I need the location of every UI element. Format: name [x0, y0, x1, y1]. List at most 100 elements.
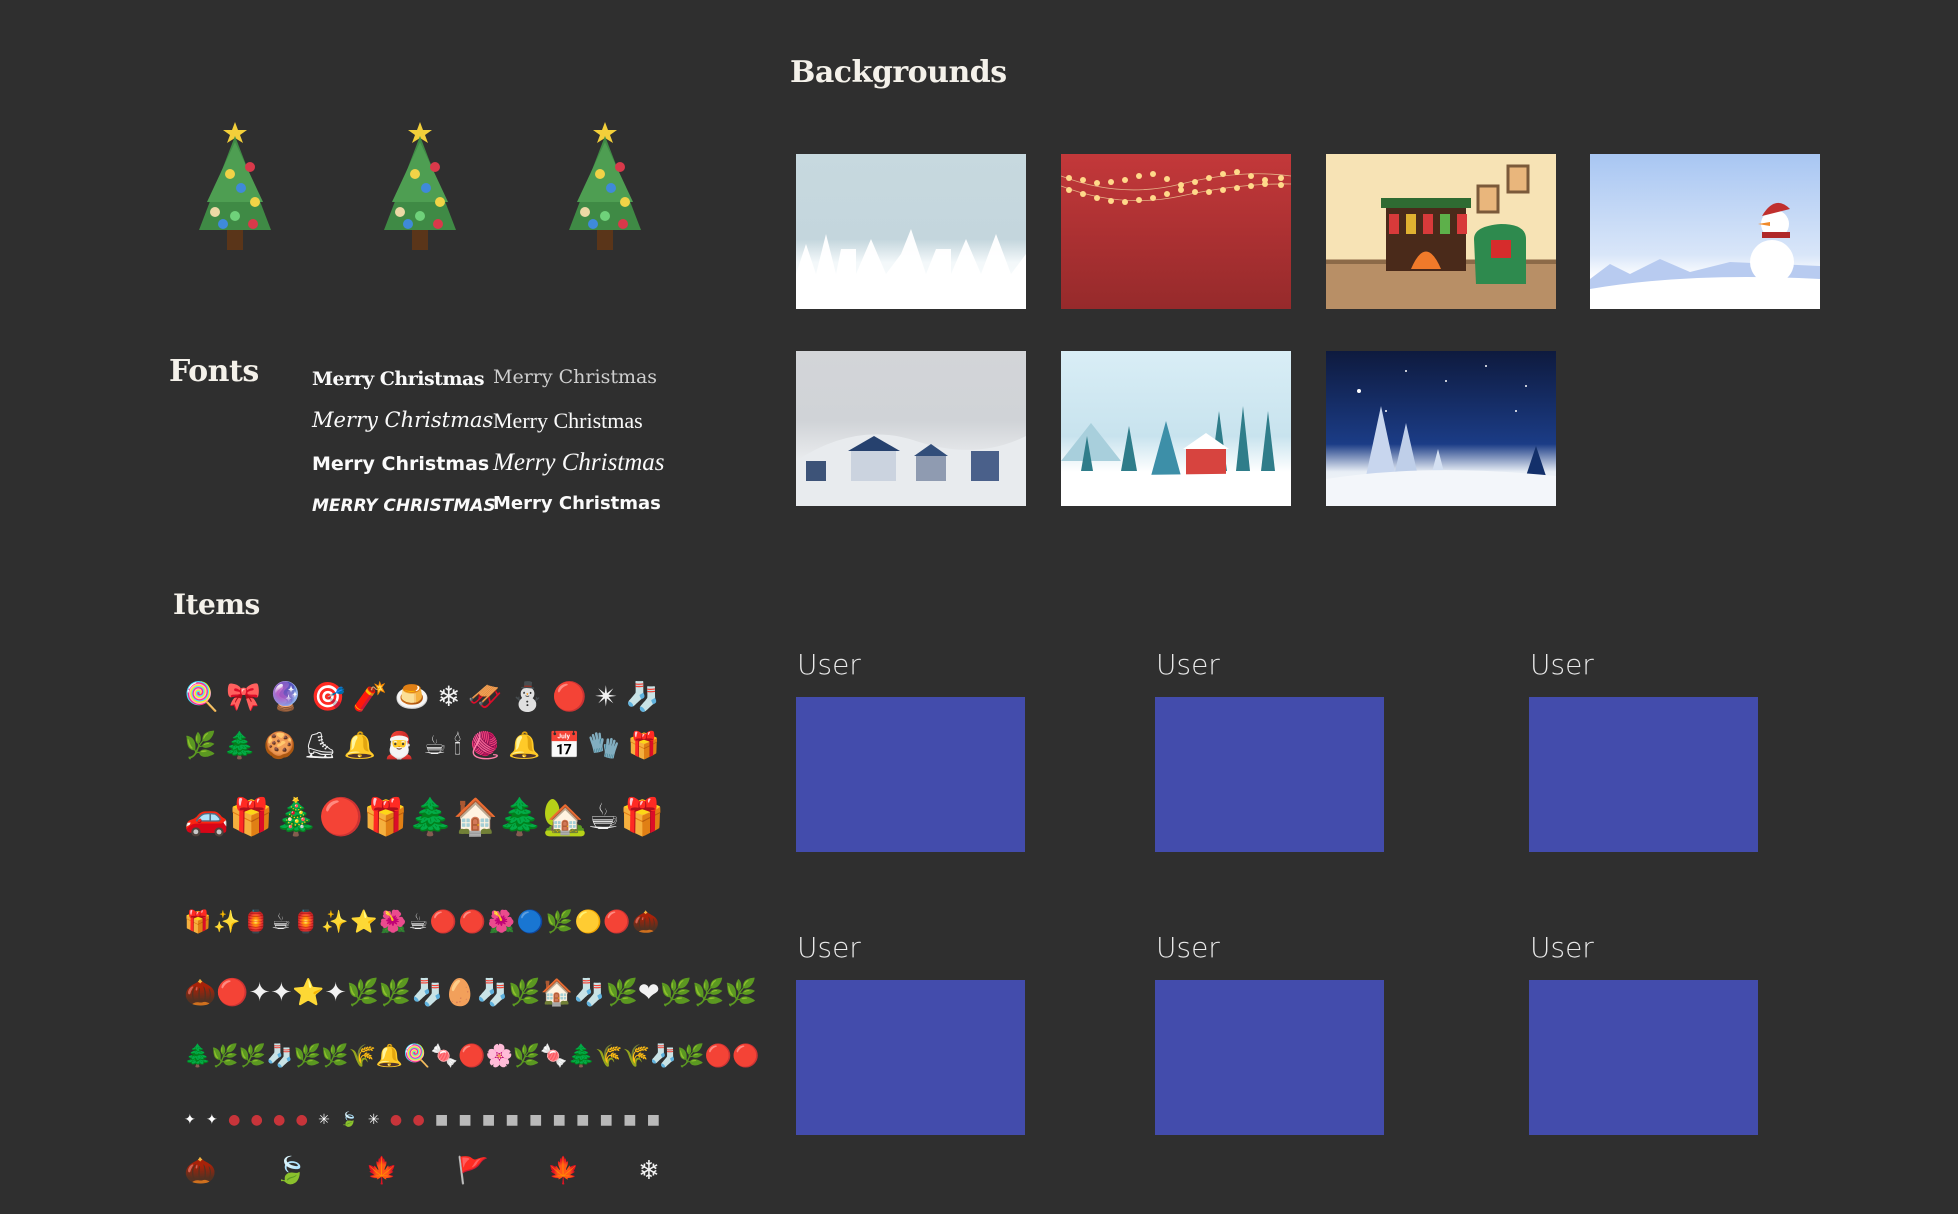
christmas-item-icon[interactable]: ❄ — [638, 1158, 660, 1184]
christmas-item-icon[interactable]: 🍭 — [403, 1046, 430, 1068]
christmas-item-icon[interactable]: ● — [251, 1113, 263, 1127]
background-thumb-fireplace-room[interactable] — [1326, 154, 1556, 309]
christmas-item-icon[interactable]: 🏠 — [453, 800, 498, 836]
christmas-item-icon[interactable]: 🌾 — [595, 1046, 622, 1068]
christmas-item-icon[interactable]: ✦ — [249, 980, 271, 1006]
font-sample-rounded-bold[interactable]: Merry Christmas — [493, 493, 661, 514]
christmas-item-icon[interactable]: ● — [273, 1113, 285, 1127]
christmas-item-icon[interactable]: ■ — [506, 1113, 519, 1127]
christmas-item-icon[interactable]: ☕ — [408, 912, 428, 934]
christmas-item-icon[interactable]: 🍃 — [340, 1113, 357, 1127]
christmas-item-icon[interactable]: 🍬 — [431, 1046, 458, 1068]
christmas-item-icon[interactable]: 🌾 — [348, 1046, 375, 1068]
christmas-item-icon[interactable]: 🌿 — [184, 733, 216, 759]
christmas-item-icon[interactable]: 🏡 — [543, 800, 588, 836]
christmas-item-icon[interactable]: 🌿 — [294, 1046, 321, 1068]
christmas-item-icon[interactable]: 🔴 — [732, 1046, 759, 1068]
christmas-item-icon[interactable]: 🎄 — [274, 800, 319, 836]
user-video-tile[interactable] — [1529, 980, 1758, 1135]
christmas-item-icon[interactable]: ■ — [600, 1113, 613, 1127]
christmas-tree-icon[interactable] — [545, 112, 665, 262]
christmas-item-icon[interactable]: 🌲 — [184, 1046, 211, 1068]
christmas-item-icon[interactable]: ✦ — [325, 980, 347, 1006]
christmas-item-icon[interactable]: ✨ — [213, 912, 240, 934]
christmas-item-icon[interactable]: 🌿 — [513, 1046, 540, 1068]
background-thumb-snowman[interactable] — [1590, 154, 1820, 309]
christmas-item-icon[interactable]: 🔴 — [552, 683, 587, 711]
christmas-item-icon[interactable]: 🧦 — [411, 980, 443, 1006]
christmas-item-icon[interactable]: ■ — [482, 1113, 495, 1127]
christmas-item-icon[interactable]: 📅 — [548, 733, 580, 759]
christmas-item-icon[interactable]: 🌿 — [724, 980, 756, 1006]
christmas-item-icon[interactable]: 🌿 — [347, 980, 379, 1006]
christmas-item-icon[interactable]: 🌲 — [498, 800, 543, 836]
christmas-item-icon[interactable]: ☕ — [271, 912, 291, 934]
christmas-item-icon[interactable]: 🧦 — [650, 1046, 677, 1068]
christmas-item-icon[interactable]: ● — [296, 1113, 308, 1127]
christmas-item-icon[interactable]: ● — [390, 1113, 402, 1127]
christmas-item-icon[interactable]: 🔴 — [318, 800, 363, 836]
christmas-item-icon[interactable]: 🎁 — [628, 733, 660, 759]
christmas-item-icon[interactable]: 🧦 — [625, 683, 660, 711]
christmas-item-icon[interactable]: 🌿 — [211, 1046, 238, 1068]
christmas-item-icon[interactable]: ■ — [576, 1113, 589, 1127]
christmas-item-icon[interactable]: ✴ — [594, 683, 617, 711]
christmas-item-icon[interactable]: 🎀 — [226, 683, 261, 711]
christmas-item-icon[interactable]: 🔔 — [376, 1046, 403, 1068]
christmas-item-icon[interactable]: 🧶 — [469, 733, 501, 759]
christmas-item-icon[interactable]: ✦ — [184, 1113, 196, 1127]
font-sample-serif-bold[interactable]: Merry Christmas — [312, 368, 485, 390]
christmas-item-icon[interactable]: ■ — [553, 1113, 566, 1127]
christmas-item-icon[interactable]: ● — [412, 1113, 424, 1127]
christmas-item-icon[interactable]: 🌺 — [487, 912, 514, 934]
user-video-tile[interactable] — [796, 980, 1025, 1135]
christmas-item-icon[interactable]: 🔔 — [508, 733, 540, 759]
christmas-item-icon[interactable]: 🕯 — [454, 733, 461, 759]
background-thumb-red-string-lights[interactable] — [1061, 154, 1291, 309]
christmas-item-icon[interactable]: 🧨 — [353, 683, 388, 711]
font-sample-brush-caps[interactable]: MERRY CHRISTMAS — [312, 496, 496, 516]
christmas-item-icon[interactable]: ✳ — [318, 1113, 330, 1127]
christmas-item-icon[interactable]: 🍭 — [184, 683, 219, 711]
christmas-item-icon[interactable]: 🔴 — [705, 1046, 732, 1068]
christmas-item-icon[interactable]: 🔴 — [459, 912, 486, 934]
christmas-item-icon[interactable]: ■ — [647, 1113, 660, 1127]
christmas-item-icon[interactable]: 🌾 — [623, 1046, 650, 1068]
christmas-item-icon[interactable]: ⛸ — [303, 733, 336, 759]
christmas-item-icon[interactable]: 🍮 — [395, 683, 430, 711]
christmas-item-icon[interactable]: 🔴 — [430, 912, 457, 934]
christmas-item-icon[interactable]: 🧦 — [266, 1046, 293, 1068]
font-sample-serif-light[interactable]: Merry Christmas — [493, 366, 657, 388]
christmas-item-icon[interactable]: 🔵 — [516, 912, 543, 934]
background-thumb-red-cabin-forest[interactable] — [1061, 351, 1291, 506]
background-thumb-winter-town[interactable] — [796, 351, 1026, 506]
christmas-item-icon[interactable]: ⛄ — [510, 683, 545, 711]
christmas-item-icon[interactable]: 🧦 — [476, 980, 508, 1006]
christmas-item-icon[interactable]: ☕ — [587, 800, 619, 836]
christmas-item-icon[interactable]: ● — [228, 1113, 240, 1127]
christmas-item-icon[interactable]: 🚩 — [456, 1158, 488, 1184]
christmas-item-icon[interactable]: 🌿 — [321, 1046, 348, 1068]
background-thumb-night-sky-trees[interactable] — [1326, 351, 1556, 506]
christmas-item-icon[interactable]: 🍪 — [264, 733, 296, 759]
christmas-item-icon[interactable]: 🍃 — [275, 1158, 307, 1184]
christmas-item-icon[interactable]: 🎁 — [620, 800, 665, 836]
christmas-item-icon[interactable]: 🔮 — [268, 683, 303, 711]
christmas-item-icon[interactable]: 🌲 — [224, 733, 256, 759]
user-video-tile[interactable] — [1155, 980, 1384, 1135]
christmas-item-icon[interactable]: 🥚 — [444, 980, 476, 1006]
christmas-item-icon[interactable]: ■ — [529, 1113, 542, 1127]
christmas-item-icon[interactable]: 🧦 — [573, 980, 605, 1006]
christmas-item-icon[interactable]: 🟡 — [574, 912, 601, 934]
christmas-item-icon[interactable]: 🌿 — [379, 980, 411, 1006]
christmas-item-icon[interactable]: 🌿 — [677, 1046, 704, 1068]
christmas-item-icon[interactable]: 🛷 — [468, 683, 503, 711]
christmas-tree-icon[interactable] — [360, 112, 480, 262]
christmas-item-icon[interactable]: 🎯 — [311, 683, 346, 711]
christmas-item-icon[interactable]: 🏠 — [541, 980, 573, 1006]
christmas-item-icon[interactable]: 🌰 — [184, 980, 216, 1006]
christmas-item-icon[interactable]: ☕ — [423, 733, 446, 759]
christmas-item-icon[interactable]: ⭐ — [292, 980, 324, 1006]
christmas-item-icon[interactable]: 🌿 — [660, 980, 692, 1006]
christmas-item-icon[interactable]: ❤ — [638, 980, 660, 1006]
